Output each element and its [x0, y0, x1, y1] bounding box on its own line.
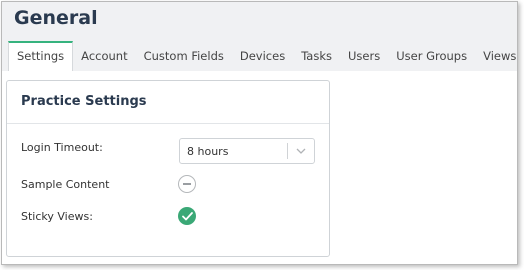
tab-devices[interactable]: Devices — [232, 41, 293, 71]
panel-title: Practice Settings — [7, 81, 329, 124]
sample-content-toggle[interactable] — [178, 175, 196, 193]
chevron-down-icon — [288, 148, 314, 154]
sticky-views-toggle[interactable] — [178, 207, 196, 225]
tab-settings[interactable]: Settings — [8, 41, 74, 71]
page-title: General — [14, 7, 98, 29]
tab-user-groups[interactable]: User Groups — [388, 41, 475, 71]
tab-users[interactable]: Users — [340, 41, 388, 71]
minus-circle-icon — [183, 183, 191, 185]
tab-custom-fields[interactable]: Custom Fields — [136, 41, 232, 71]
tab-views[interactable]: Views — [475, 41, 517, 71]
sample-content-label: Sample Content — [21, 178, 110, 191]
practice-settings-panel: Practice Settings Login Timeout: 8 hours… — [6, 80, 330, 257]
login-timeout-select[interactable]: 8 hours — [179, 138, 315, 164]
login-timeout-value: 8 hours — [187, 144, 229, 158]
check-circle-icon — [181, 211, 193, 220]
settings-window: General Settings Account Custom Fields D… — [1, 1, 518, 265]
page-header: General Settings Account Custom Fields D… — [2, 2, 517, 71]
tab-account[interactable]: Account — [73, 41, 135, 71]
tab-bar: Settings Account Custom Fields Devices T… — [8, 41, 517, 71]
tab-tasks[interactable]: Tasks — [293, 41, 340, 71]
login-timeout-label: Login Timeout: — [21, 141, 103, 154]
sticky-views-label: Sticky Views: — [21, 210, 93, 223]
